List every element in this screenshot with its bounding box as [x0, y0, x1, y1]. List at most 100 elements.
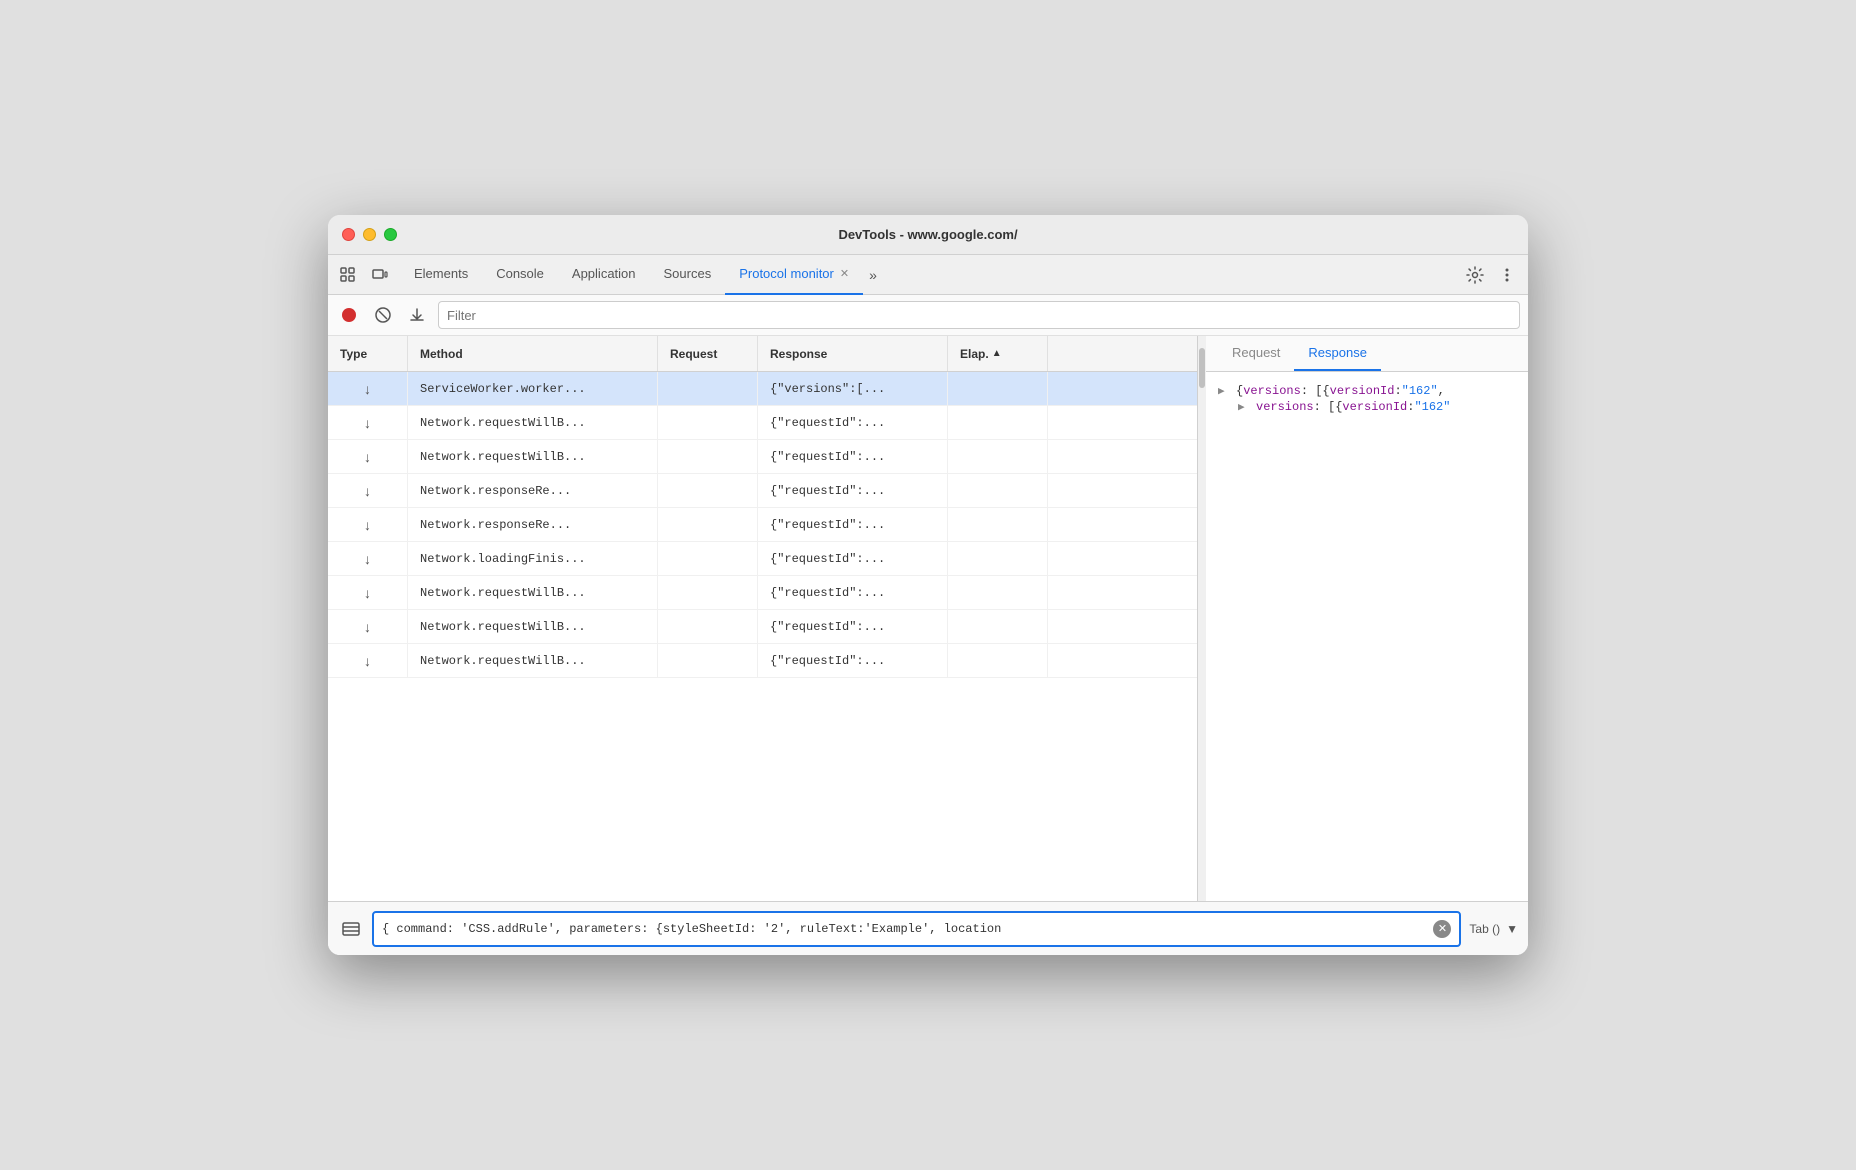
right-content: ▶ { versions : [{ versionId : "162" , ▶ …	[1206, 372, 1528, 901]
td-elapsed	[948, 372, 1048, 405]
tab-sources[interactable]: Sources	[650, 255, 726, 295]
table-row[interactable]: ↓ Network.requestWillB... {"requestId":.…	[328, 576, 1197, 610]
td-request	[658, 610, 758, 643]
tab-settings	[1462, 262, 1520, 288]
td-type: ↓	[328, 406, 408, 439]
sort-icon: ▲	[992, 348, 1002, 359]
panel-scrollbar[interactable]	[1198, 336, 1206, 901]
td-type: ↓	[328, 372, 408, 405]
clear-button[interactable]	[370, 302, 396, 328]
more-options-icon[interactable]	[1494, 262, 1520, 288]
table-body: ↓ ServiceWorker.worker... {"versions":[.…	[328, 372, 1197, 901]
th-type: Type	[328, 336, 408, 371]
tab-response[interactable]: Response	[1294, 336, 1381, 371]
td-method: Network.responseRe...	[408, 474, 658, 507]
th-request: Request	[658, 336, 758, 371]
table-row[interactable]: ↓ Network.requestWillB... {"requestId":.…	[328, 406, 1197, 440]
td-type: ↓	[328, 644, 408, 677]
devtools-window: DevTools - www.google.com/	[328, 215, 1528, 955]
td-type: ↓	[328, 576, 408, 609]
right-panel: Request Response ▶ { versions : [{ versi…	[1206, 336, 1528, 901]
settings-icon[interactable]	[1462, 262, 1488, 288]
command-clear-button[interactable]: ✕	[1433, 920, 1451, 938]
content-area: Type Method Request Response Elap. ▲	[328, 336, 1528, 901]
tab-elements[interactable]: Elements	[400, 255, 482, 295]
table-row[interactable]: ↓ Network.loadingFinis... {"requestId":.…	[328, 542, 1197, 576]
td-request	[658, 474, 758, 507]
traffic-lights	[342, 228, 397, 241]
table-row[interactable]: ↓ ServiceWorker.worker... {"versions":[.…	[328, 372, 1197, 406]
devtools-body: Elements Console Application Sources Pro…	[328, 255, 1528, 955]
filter-input-wrapper	[438, 301, 1520, 329]
tab-application[interactable]: Application	[558, 255, 650, 295]
td-method: Network.requestWillB...	[408, 610, 658, 643]
title-bar: DevTools - www.google.com/	[328, 215, 1528, 255]
td-response: {"versions":[...	[758, 372, 948, 405]
td-request	[658, 406, 758, 439]
td-request	[658, 508, 758, 541]
json-line-2: ▶ versions : [{ versionId : "162"	[1218, 400, 1516, 414]
td-elapsed	[948, 576, 1048, 609]
td-method: Network.requestWillB...	[408, 440, 658, 473]
td-response: {"requestId":...	[758, 440, 948, 473]
th-method: Method	[408, 336, 658, 371]
td-request	[658, 440, 758, 473]
td-request	[658, 372, 758, 405]
tab-more-button[interactable]: »	[863, 255, 883, 295]
td-method: Network.requestWillB...	[408, 644, 658, 677]
td-request	[658, 576, 758, 609]
filter-input[interactable]	[447, 308, 1511, 323]
table-row[interactable]: ↓ Network.responseRe... {"requestId":...	[328, 508, 1197, 542]
td-response: {"requestId":...	[758, 542, 948, 575]
td-response: {"requestId":...	[758, 610, 948, 643]
th-elapsed: Elap. ▲	[948, 336, 1048, 371]
tab-close-icon[interactable]: ✕	[840, 267, 849, 280]
tab-request[interactable]: Request	[1218, 336, 1294, 371]
th-response: Response	[758, 336, 948, 371]
tab-label: Tab () ▼	[1469, 922, 1518, 936]
td-elapsed	[948, 474, 1048, 507]
td-type: ↓	[328, 440, 408, 473]
command-input[interactable]	[382, 922, 1433, 936]
show-panel-icon[interactable]	[338, 916, 364, 942]
td-elapsed	[948, 542, 1048, 575]
td-type: ↓	[328, 508, 408, 541]
tab-bar: Elements Console Application Sources Pro…	[328, 255, 1528, 295]
minimize-button[interactable]	[363, 228, 376, 241]
td-type: ↓	[328, 474, 408, 507]
tab-protocol-monitor[interactable]: Protocol monitor ✕	[725, 255, 863, 295]
record-button[interactable]	[336, 302, 362, 328]
inspect-icon[interactable]	[336, 263, 360, 287]
td-method: Network.requestWillB...	[408, 576, 658, 609]
td-elapsed	[948, 406, 1048, 439]
td-elapsed	[948, 610, 1048, 643]
expand-icon-1[interactable]: ▶	[1218, 384, 1232, 398]
maximize-button[interactable]	[384, 228, 397, 241]
bottom-bar: ✕ Tab () ▼	[328, 901, 1528, 955]
right-tabs: Request Response	[1206, 336, 1528, 372]
expand-icon-2[interactable]: ▶	[1238, 400, 1252, 414]
close-button[interactable]	[342, 228, 355, 241]
scrollbar-thumb[interactable]	[1199, 348, 1205, 388]
td-elapsed	[948, 508, 1048, 541]
command-input-wrapper: ✕	[372, 911, 1461, 947]
chevron-down-icon[interactable]: ▼	[1506, 922, 1518, 936]
td-response: {"requestId":...	[758, 508, 948, 541]
download-button[interactable]	[404, 302, 430, 328]
td-method: Network.responseRe...	[408, 508, 658, 541]
td-method: Network.loadingFinis...	[408, 542, 658, 575]
table-row[interactable]: ↓ Network.requestWillB... {"requestId":.…	[328, 644, 1197, 678]
tab-icons	[336, 263, 392, 287]
toolbar	[328, 295, 1528, 336]
table-header: Type Method Request Response Elap. ▲	[328, 336, 1197, 372]
tab-console[interactable]: Console	[482, 255, 558, 295]
table-row[interactable]: ↓ Network.requestWillB... {"requestId":.…	[328, 440, 1197, 474]
td-type: ↓	[328, 542, 408, 575]
table-row[interactable]: ↓ Network.responseRe... {"requestId":...	[328, 474, 1197, 508]
td-type: ↓	[328, 610, 408, 643]
table-row[interactable]: ↓ Network.requestWillB... {"requestId":.…	[328, 610, 1197, 644]
td-response: {"requestId":...	[758, 576, 948, 609]
toggle-device-toolbar-icon[interactable]	[368, 263, 392, 287]
td-request	[658, 542, 758, 575]
td-request	[658, 644, 758, 677]
